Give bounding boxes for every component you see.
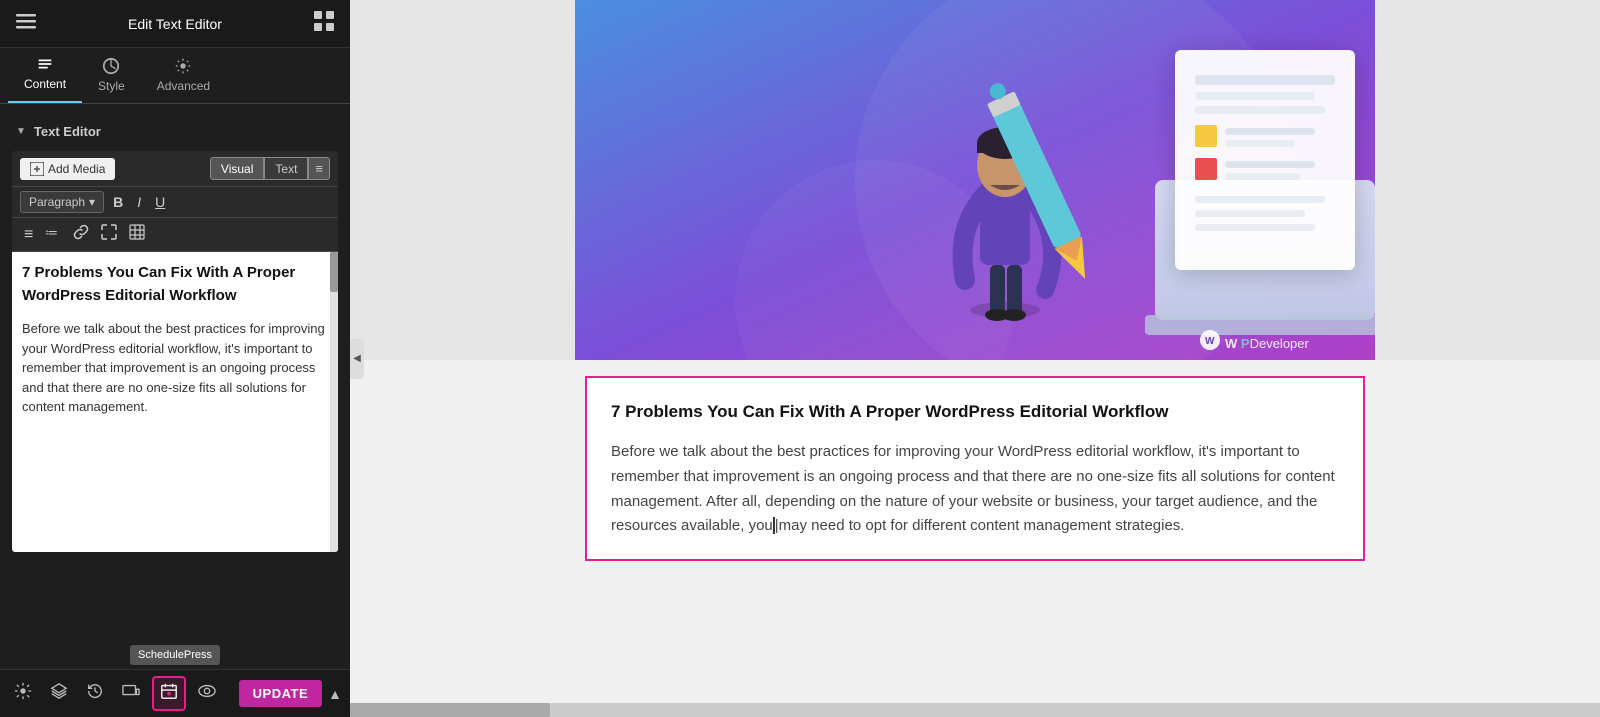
settings-icon[interactable] [8, 678, 38, 709]
svg-text:W: W [1205, 336, 1215, 347]
format-bar: Paragraph ▾ B I U [12, 187, 338, 218]
bold-button[interactable]: B [108, 192, 128, 212]
editor-topbar: Add Media Visual Text ≡ [12, 151, 338, 187]
add-media-button[interactable]: Add Media [20, 158, 115, 180]
table-icon[interactable] [125, 222, 149, 247]
canvas-area: W PDeveloper W 7 Problems You Can Fix Wi… [350, 0, 1600, 591]
editor-scrollbar[interactable] [330, 252, 338, 552]
tabs-bar: Content Style Advanced [0, 48, 350, 104]
horizontal-scrollbar-thumb[interactable] [350, 703, 550, 717]
article-main-heading: 7 Problems You Can Fix With A Proper Wor… [611, 398, 1339, 426]
unordered-list-icon[interactable]: ≡ [20, 224, 37, 246]
format-options-button[interactable]: ≡ [308, 157, 330, 180]
schedulepress-tooltip: SchedulePress [130, 645, 220, 665]
link-icon[interactable] [69, 222, 93, 247]
hero-image: W PDeveloper W [575, 0, 1375, 360]
section-header[interactable]: ▼ Text Editor [0, 116, 350, 147]
collapse-icon[interactable]: ▼ [16, 126, 26, 137]
fullscreen-icon[interactable] [97, 222, 121, 247]
main-content: W PDeveloper W 7 Problems You Can Fix Wi… [350, 0, 1600, 717]
grid-icon[interactable] [314, 11, 334, 36]
underline-button[interactable]: U [150, 192, 170, 212]
update-button[interactable]: UPDATE [239, 680, 322, 707]
svg-text:W PDeveloper: W PDeveloper [1225, 336, 1310, 351]
icon-row: ≡ ≔ [12, 218, 338, 252]
left-panel: Edit Text Editor Content Style Advanced … [0, 0, 350, 717]
editor-title: Edit Text Editor [128, 16, 222, 32]
tab-advanced[interactable]: Advanced [141, 49, 226, 103]
bottom-toolbar: SchedulePress UPDATE ▲ [0, 669, 350, 717]
article-heading-editor: 7 Problems You Can Fix With A Proper Wor… [22, 262, 328, 307]
editor-text-content[interactable]: 7 Problems You Can Fix With A Proper Wor… [12, 252, 338, 552]
expand-icon[interactable]: ▲ [328, 686, 342, 702]
svg-text:≔: ≔ [45, 225, 58, 240]
italic-button[interactable]: I [132, 192, 146, 212]
dropdown-arrow-icon: ▾ [89, 195, 95, 209]
text-cursor: | [773, 517, 779, 534]
layers-icon[interactable] [44, 678, 74, 709]
editor-scrollbar-thumb[interactable] [330, 252, 338, 292]
ordered-list-icon[interactable]: ≔ [41, 222, 65, 247]
article-text-block[interactable]: 7 Problems You Can Fix With A Proper Wor… [585, 376, 1365, 561]
text-editor-area: Add Media Visual Text ≡ Paragraph ▾ B I … [12, 151, 338, 552]
paragraph-dropdown[interactable]: Paragraph ▾ [20, 191, 104, 213]
tab-style[interactable]: Style [82, 49, 141, 103]
preview-icon[interactable] [192, 678, 222, 709]
text-tab[interactable]: Text [264, 157, 308, 180]
visual-text-tab-group: Visual Text ≡ [210, 157, 330, 180]
top-bar: Edit Text Editor [0, 0, 350, 48]
horizontal-scrollbar[interactable] [350, 703, 1600, 717]
article-main-body: Before we talk about the best practices … [611, 440, 1339, 539]
panel-content: ▼ Text Editor Add Media Visual Text ≡ [0, 104, 350, 669]
hamburger-icon[interactable] [16, 11, 36, 36]
collapse-panel-arrow[interactable]: ◀ [350, 339, 364, 379]
schedulepress-icon[interactable] [152, 676, 186, 711]
visual-tab[interactable]: Visual [210, 157, 264, 180]
article-body-editor: Before we talk about the best practices … [22, 319, 328, 417]
history-icon[interactable] [80, 678, 110, 709]
section-title: Text Editor [34, 124, 101, 139]
tab-content[interactable]: Content [8, 47, 82, 103]
responsive-icon[interactable] [116, 678, 146, 709]
